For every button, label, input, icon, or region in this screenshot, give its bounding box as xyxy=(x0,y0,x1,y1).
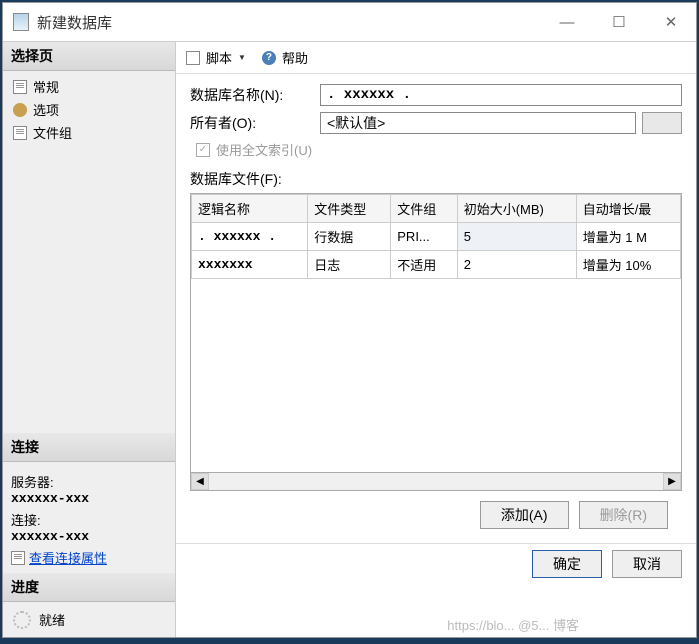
help-icon: ? xyxy=(262,51,276,65)
chevron-down-icon[interactable]: ▼ xyxy=(238,53,246,62)
select-page-header: 选择页 xyxy=(3,42,175,71)
dialog-window: 新建数据库 — ☐ ✕ 选择页 常规 选项 文件组 连接 服务器: xxxxxx… xyxy=(2,2,697,638)
help-button[interactable]: 帮助 xyxy=(282,48,308,67)
fulltext-label: 使用全文索引(U) xyxy=(216,140,312,159)
owner-input[interactable] xyxy=(320,112,636,134)
col-file-type[interactable]: 文件类型 xyxy=(308,195,391,223)
nav-filegroups[interactable]: 文件组 xyxy=(9,121,169,144)
owner-label: 所有者(O): xyxy=(190,113,320,133)
progress-status: 就绪 xyxy=(39,610,65,629)
table-row[interactable]: . xxxxxx . 行数据 PRI... 5 增量为 1 M xyxy=(192,223,681,251)
conn-label: 连接: xyxy=(11,510,167,529)
view-connection-props-link[interactable]: 查看连接属性 xyxy=(11,548,167,567)
server-value: xxxxxx-xxx xyxy=(11,491,167,506)
db-icon xyxy=(13,13,29,31)
fulltext-checkbox: ✓ xyxy=(196,143,210,157)
page-icon xyxy=(11,551,25,565)
scroll-left-icon[interactable]: ◀ xyxy=(191,473,209,490)
gear-icon xyxy=(13,103,27,117)
page-icon xyxy=(13,126,27,140)
right-panel: 脚本 ▼ ? 帮助 数据库名称(N): 所有者(O): ✓ 使用全文索 xyxy=(176,42,696,637)
script-button[interactable]: 脚本 xyxy=(206,48,232,67)
cancel-button[interactable]: 取消 xyxy=(612,550,682,578)
col-filegroup[interactable]: 文件组 xyxy=(391,195,457,223)
titlebar: 新建数据库 — ☐ ✕ xyxy=(3,3,696,41)
files-table[interactable]: 逻辑名称 文件类型 文件组 初始大小(MB) 自动增长/最 . xxxxxx .… xyxy=(190,193,682,473)
watermark: https://blo... @5... 博客 xyxy=(447,615,579,634)
db-name-label: 数据库名称(N): xyxy=(190,85,320,105)
db-files-label: 数据库文件(F): xyxy=(190,169,682,189)
progress-header: 进度 xyxy=(3,573,175,602)
toolbar: 脚本 ▼ ? 帮助 xyxy=(176,42,696,74)
window-title: 新建数据库 xyxy=(37,12,552,33)
remove-button: 删除(R) xyxy=(579,501,668,529)
add-button[interactable]: 添加(A) xyxy=(480,501,569,529)
owner-browse-button[interactable] xyxy=(642,112,682,134)
col-initial-size[interactable]: 初始大小(MB) xyxy=(457,195,576,223)
nav-general[interactable]: 常规 xyxy=(9,75,169,98)
left-panel: 选择页 常规 选项 文件组 连接 服务器: xxxxxx-xxx 连接: xxx… xyxy=(3,42,176,637)
db-name-input[interactable] xyxy=(320,84,682,106)
nav-options[interactable]: 选项 xyxy=(9,98,169,121)
maximize-button[interactable]: ☐ xyxy=(604,12,634,32)
close-button[interactable]: ✕ xyxy=(656,12,686,32)
col-autogrowth[interactable]: 自动增长/最 xyxy=(576,195,680,223)
scroll-right-icon[interactable]: ▶ xyxy=(663,473,681,490)
ok-button[interactable]: 确定 xyxy=(532,550,602,578)
horizontal-scrollbar[interactable]: ◀ ▶ xyxy=(190,473,682,491)
minimize-button[interactable]: — xyxy=(552,12,582,32)
table-row[interactable]: xxxxxxx 日志 不适用 2 增量为 10% xyxy=(192,251,681,279)
spinner-icon xyxy=(13,611,31,629)
script-icon xyxy=(186,51,200,65)
page-icon xyxy=(13,80,27,94)
col-logical-name[interactable]: 逻辑名称 xyxy=(192,195,308,223)
conn-value: xxxxxx-xxx xyxy=(11,529,167,544)
connection-header: 连接 xyxy=(3,433,175,462)
server-label: 服务器: xyxy=(11,472,167,491)
